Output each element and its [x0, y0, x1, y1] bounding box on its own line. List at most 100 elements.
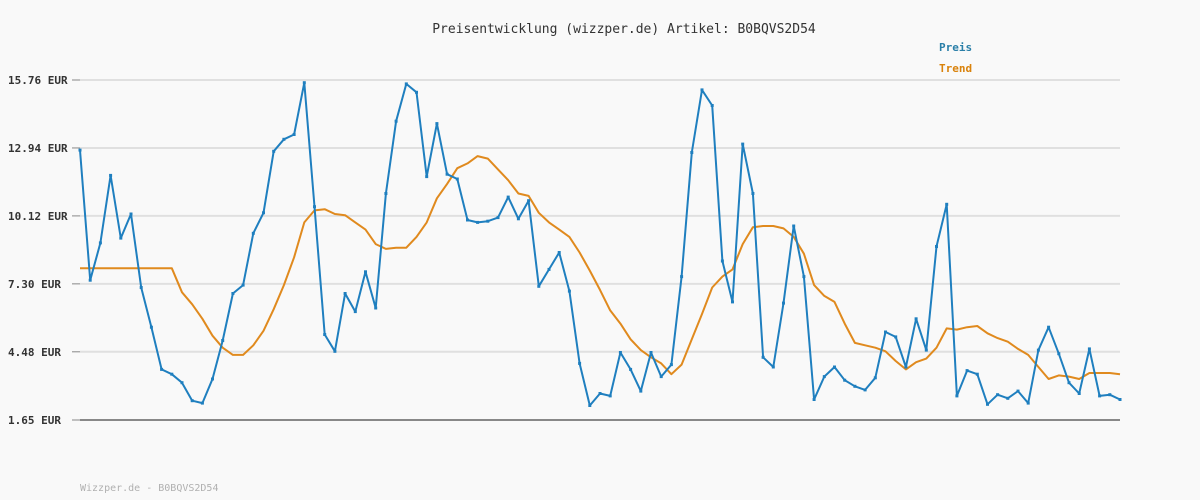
data-point-preis [955, 394, 959, 398]
data-point-preis [364, 270, 367, 274]
data-point-preis [700, 88, 704, 92]
data-point-preis [496, 216, 500, 220]
data-point-preis [241, 283, 245, 287]
y-tick-label: 12.94 EUR [8, 142, 68, 155]
data-point-preis [843, 378, 847, 382]
data-point-preis [894, 335, 898, 339]
data-point-preis [445, 172, 449, 176]
data-point-preis [853, 384, 857, 388]
data-point-preis [986, 402, 989, 406]
chart-title: Preisentwicklung (wizzper.de) Artikel: B… [432, 22, 816, 37]
legend-item-trend: Trend [939, 62, 972, 75]
data-point-preis [720, 259, 724, 263]
data-point-preis [129, 212, 133, 216]
data-point-preis [945, 202, 949, 206]
data-point-preis [231, 292, 235, 295]
data-point-preis [109, 173, 113, 177]
data-point-preis [771, 365, 775, 369]
data-point-preis [935, 245, 938, 248]
data-point-preis [343, 292, 347, 295]
data-point-preis [567, 289, 571, 293]
data-point-preis [588, 404, 592, 407]
data-point-preis [782, 301, 785, 305]
y-tick-label: 7.30 EUR [8, 278, 61, 291]
data-point-preis [1036, 348, 1040, 352]
data-point-preis [649, 351, 653, 354]
data-point-preis [1098, 394, 1102, 398]
data-point-preis [353, 310, 357, 314]
data-point-preis [160, 367, 164, 371]
data-point-preis [516, 217, 520, 221]
data-point-preis [690, 151, 694, 154]
data-point-preis [404, 82, 408, 86]
data-point-preis [221, 339, 225, 342]
data-point-preis [1006, 396, 1010, 400]
data-point-preis [323, 333, 327, 336]
data-point-preis [598, 392, 602, 395]
data-point-preis [180, 381, 184, 385]
data-point-preis [884, 330, 887, 334]
data-point-preis [547, 267, 551, 271]
data-point-preis [812, 398, 816, 401]
price-chart: Preisentwicklung (wizzper.de) Artikel: B… [0, 0, 1200, 500]
data-point-preis [537, 284, 541, 288]
data-point-preis [1067, 381, 1071, 385]
data-point-preis [384, 192, 388, 195]
legend-item-preis: Preis [939, 41, 972, 54]
data-point-preis [924, 348, 928, 352]
data-point-preis [302, 81, 306, 85]
data-point-preis [425, 175, 429, 179]
data-point-preis [527, 199, 531, 203]
data-point-preis [506, 195, 510, 199]
y-tick-label: 10.12 EUR [8, 210, 68, 223]
data-point-preis [272, 149, 276, 153]
data-point-preis [435, 122, 439, 126]
data-point-preis [292, 133, 296, 136]
data-point-preis [792, 224, 796, 228]
data-point-preis [751, 192, 755, 195]
data-point-preis [119, 236, 123, 240]
data-point-preis [629, 367, 633, 371]
data-point-preis [975, 372, 979, 376]
data-point-preis [659, 375, 663, 379]
data-point-preis [251, 231, 255, 235]
y-tick-label: 4.48 EUR [8, 346, 61, 359]
data-point-preis [802, 275, 806, 279]
data-point-preis [1047, 325, 1051, 329]
data-point-preis [873, 376, 877, 380]
y-tick-label: 1.65 EUR [8, 414, 61, 427]
data-point-preis [914, 317, 918, 321]
data-point-preis [710, 104, 714, 107]
data-point-preis [170, 372, 174, 376]
data-point-preis [139, 286, 143, 289]
data-point-preis [282, 137, 286, 141]
data-point-preis [761, 355, 765, 359]
data-point-preis [557, 251, 561, 254]
data-point-preis [904, 365, 908, 369]
y-tick-label: 15.76 EUR [8, 74, 68, 87]
data-point-preis [486, 219, 490, 223]
data-point-preis [669, 363, 673, 367]
data-point-preis [374, 306, 378, 310]
data-point-preis [415, 90, 418, 94]
data-point-preis [1077, 392, 1081, 395]
data-point-preis [618, 351, 622, 354]
data-point-preis [88, 278, 92, 282]
data-point-preis [455, 177, 459, 181]
data-point-preis [476, 220, 480, 224]
data-point-preis [741, 142, 745, 146]
data-point-preis [965, 369, 969, 373]
data-point-preis [1108, 393, 1112, 397]
data-point-preis [863, 388, 867, 392]
footer-watermark: Wizzper.de - B0BQVS2D54 [80, 483, 218, 494]
data-point-preis [333, 349, 337, 353]
data-point-preis [608, 394, 612, 398]
data-point-preis [822, 375, 826, 379]
data-point-preis [466, 218, 469, 222]
data-point-preis [996, 393, 1000, 397]
data-point-preis [200, 401, 204, 405]
data-point-preis [98, 241, 102, 245]
data-point-preis [211, 377, 214, 381]
data-point-preis [78, 148, 82, 152]
data-point-preis [1057, 352, 1061, 356]
